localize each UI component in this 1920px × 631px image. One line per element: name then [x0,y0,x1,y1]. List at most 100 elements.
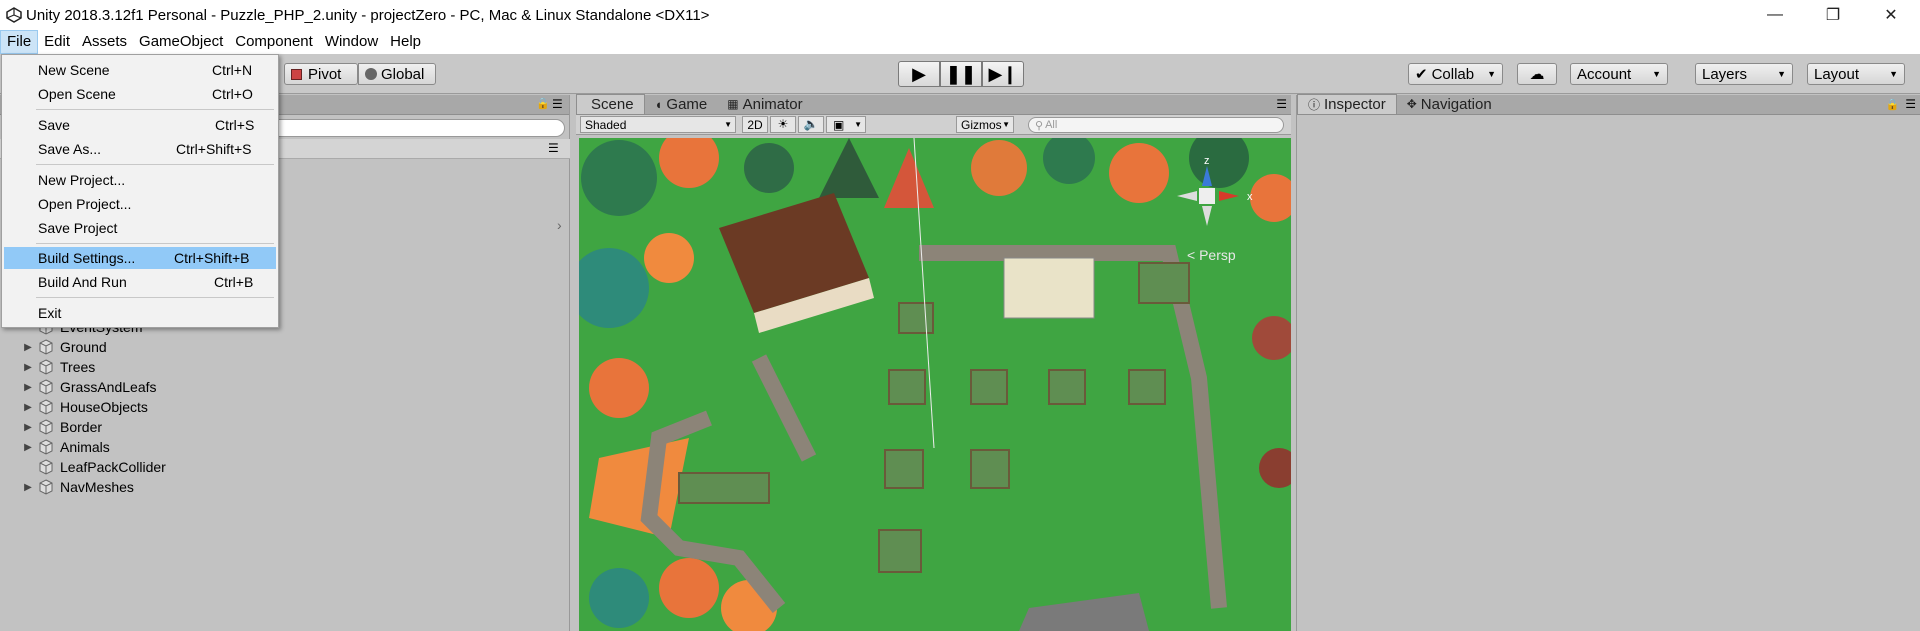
scene-toolbar: Shaded ▼ 2D ☀ 🔈 ▣ ▼ Gizmos ▼ ⚲ All [576,115,1291,135]
list-item[interactable]: ▶ Animals [0,437,570,457]
global-toggle[interactable]: Global [358,63,436,85]
list-item[interactable]: ▶ Ground [0,337,570,357]
play-button[interactable]: ▶ [898,61,940,87]
list-item[interactable]: LeafPackCollider [0,457,570,477]
audio-toggle[interactable]: 🔈 [798,116,824,133]
tab-game-label: Game [666,95,708,113]
menu-gameobject[interactable]: GameObject [133,30,229,54]
cloud-button[interactable]: ☁ [1517,63,1557,85]
tab-navigation[interactable]: ✥ Navigation [1397,94,1502,114]
menu-item-open-scene[interactable]: Open Scene Ctrl+O [4,83,276,105]
tab-animator[interactable]: ▦ Animator [717,94,812,114]
info-icon: ⓘ [1308,98,1321,112]
menu-item-save-project[interactable]: Save Project [4,217,276,239]
tab-scene[interactable]: Scene [576,94,645,114]
chevron-right-icon[interactable]: › [557,217,562,233]
search-icon: ⚲ [1035,119,1044,132]
chevron-down-icon: ▼ [1002,120,1010,129]
menu-item-open-project[interactable]: Open Project... [4,193,276,215]
expand-arrow-icon[interactable]: ▶ [18,342,38,353]
menu-file[interactable]: File [0,30,39,54]
menu-item-build-settings[interactable]: Build Settings... Ctrl+Shift+B [4,247,276,269]
panel-menu-icon[interactable]: ☰ [1905,97,1916,111]
effects-dropdown[interactable]: ▣ ▼ [826,116,866,133]
close-icon[interactable]: ✕ [1862,0,1920,30]
list-item[interactable]: ▶ Border [0,417,570,437]
step-button[interactable]: ▶❙ [982,61,1024,87]
layout-dropdown[interactable]: Layout ▼ [1807,63,1905,85]
pivot-toggle[interactable]: Pivot [284,63,358,85]
expand-arrow-icon[interactable]: ▶ [18,482,38,493]
gizmos-dropdown[interactable]: Gizmos ▼ [956,116,1014,133]
expand-arrow-icon[interactable]: ▶ [18,362,38,373]
chevron-down-icon: ▼ [724,120,732,129]
lighting-toggle[interactable]: ☀ [770,116,796,133]
list-item-label: GrassAndLeafs [60,379,157,395]
menu-item-label: Save As... [38,141,102,157]
list-item[interactable]: ▶ NavMeshes [0,477,570,497]
hierarchy-search-input[interactable] [230,119,565,137]
menu-separator [36,297,274,298]
shading-dropdown[interactable]: Shaded ▼ [580,116,736,133]
cloud-icon: ☁ [1529,66,1545,83]
toggle-2d-button[interactable]: 2D [742,116,768,133]
account-dropdown[interactable]: Account ▼ [1570,63,1668,85]
menu-item-new-project[interactable]: New Project... [4,169,276,191]
list-item-label: Animals [60,439,110,455]
menu-window[interactable]: Window [319,30,384,54]
list-item-label: Border [60,419,103,435]
menu-item-label: Open Scene [38,86,116,102]
menu-item-save[interactable]: Save Ctrl+S [4,114,276,136]
menu-separator [36,243,274,244]
collab-button[interactable]: ✔ Collab ▼ [1408,63,1503,85]
lock-icon[interactable]: 🔒 [536,97,550,110]
menu-item-save-as[interactable]: Save As... Ctrl+Shift+S [4,138,276,160]
pause-icon: ❚❚ [945,63,977,84]
gameobject-icon [39,419,53,435]
game-icon: ◖ [654,96,663,112]
window-title: Unity 2018.3.12f1 Personal - Puzzle_PHP_… [26,6,710,24]
sun-icon: ☀ [777,117,789,131]
list-item[interactable]: ▶ GrassAndLeafs [0,377,570,397]
chevron-down-icon: ▼ [1652,69,1661,79]
expand-arrow-icon[interactable]: ▶ [18,442,38,453]
chevron-down-icon: ▼ [1777,69,1786,79]
panel-menu-icon[interactable]: ☰ [1276,97,1287,111]
panel-menu-icon[interactable]: ☰ [548,141,559,155]
scene-search-input[interactable]: ⚲ All [1028,117,1284,133]
gameobject-icon [39,439,53,455]
menu-assets[interactable]: Assets [76,30,133,54]
panel-menu-icon[interactable]: ☰ [552,97,563,111]
expand-arrow-icon[interactable]: ▶ [18,382,38,393]
shading-label: Shaded [585,117,627,132]
tab-scene-label: Scene [591,96,634,113]
lock-icon[interactable]: 🔒 [1886,98,1900,111]
menu-item-exit[interactable]: Exit [4,302,276,324]
restore-icon[interactable]: ❐ [1804,0,1862,30]
layers-dropdown[interactable]: Layers ▼ [1695,63,1793,85]
menu-item-label: New Scene [38,62,110,78]
list-item[interactable]: ▶ HouseObjects [0,397,570,417]
menu-edit[interactable]: Edit [38,30,76,54]
pause-button[interactable]: ❚❚ [940,61,982,87]
list-item-label: Ground [60,339,107,355]
menu-help[interactable]: Help [384,30,427,54]
barn [1003,257,1095,319]
menu-separator [36,109,274,110]
inspector-tabbar: ⓘ Inspector ✥ Navigation 🔒 ☰ [1297,94,1920,115]
list-item[interactable]: ▶ Trees [0,357,570,377]
pivot-icon [291,68,302,80]
expand-arrow-icon[interactable]: ▶ [18,422,38,433]
menu-item-new-scene[interactable]: New Scene Ctrl+N [4,59,276,81]
expand-arrow-icon[interactable]: ▶ [18,402,38,413]
persp-label[interactable]: < Persp [1187,247,1236,263]
menu-item-build-and-run[interactable]: Build And Run Ctrl+B [4,271,276,293]
menu-component[interactable]: Component [229,30,319,54]
tab-game[interactable]: ◖ Game [645,94,718,114]
list-item-label: Trees [60,359,96,375]
scene-viewport[interactable]: z x < Persp [579,138,1291,631]
gameobject-icon [39,479,53,495]
minimize-icon[interactable]: — [1746,0,1804,30]
tab-inspector[interactable]: ⓘ Inspector [1297,94,1397,114]
gameobject-icon [39,459,53,475]
